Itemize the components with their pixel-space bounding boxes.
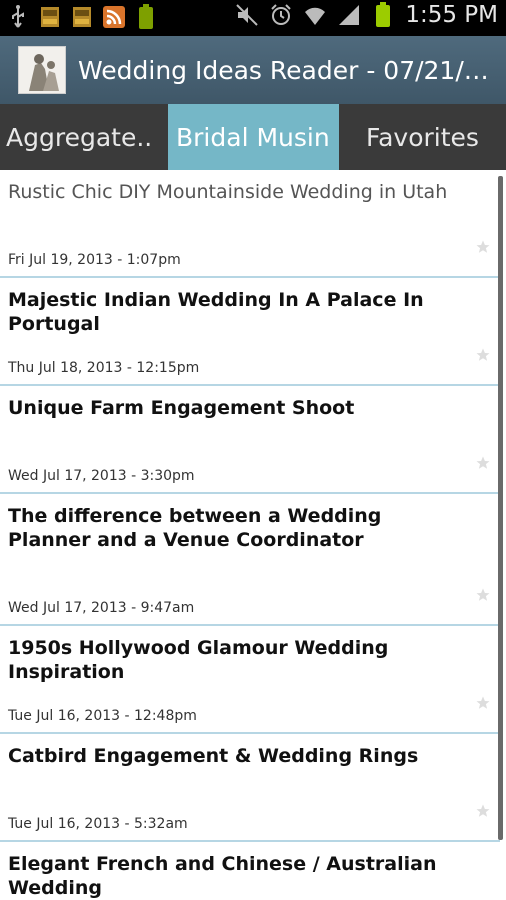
favorite-star-icon[interactable] (476, 696, 490, 710)
favorite-star-icon[interactable] (476, 804, 490, 818)
status-bar: 1:55 PM (0, 0, 506, 36)
article-date: Tue Jul 16, 2013 - 12:48pm (8, 708, 197, 724)
app-title: Wedding Ideas Reader - 07/21/20.. (78, 55, 498, 85)
system-icons: 1:55 PM (235, 2, 498, 28)
battery-icon (371, 2, 395, 28)
article-title: 1950s Hollywood Glamour Wedding Inspirat… (8, 637, 389, 683)
list-item[interactable]: Catbird Engagement & Wedding Rings Tue J… (0, 734, 500, 842)
rss-icon (102, 4, 126, 30)
list-item[interactable]: Majestic Indian Wedding In A Palace In P… (0, 278, 500, 386)
tab-aggregate[interactable]: Aggregate.. (0, 104, 168, 170)
favorite-star-icon[interactable] (476, 240, 490, 254)
list-item[interactable]: 1950s Hollywood Glamour Wedding Inspirat… (0, 626, 500, 734)
article-title: Majestic Indian Wedding In A Palace In P… (8, 289, 424, 335)
article-date: Wed Jul 17, 2013 - 3:30pm (8, 468, 195, 484)
wifi-icon (303, 2, 327, 28)
sd-card-icon (38, 4, 62, 30)
favorite-star-icon[interactable] (476, 456, 490, 470)
list-item[interactable]: Elegant French and Chinese / Australian … (0, 842, 500, 900)
article-date: Wed Jul 17, 2013 - 9:47am (8, 600, 195, 616)
list-item[interactable]: The difference between a Wedding Planner… (0, 494, 500, 626)
article-title: Rustic Chic DIY Mountainside Wedding in … (8, 181, 448, 203)
list-item[interactable]: Rustic Chic DIY Mountainside Wedding in … (0, 170, 500, 278)
article-title: Catbird Engagement & Wedding Rings (8, 745, 419, 767)
notification-icons (6, 4, 158, 30)
clock-time: 1:55 PM (405, 2, 498, 28)
battery-100-icon (134, 4, 158, 30)
tab-bridal-musings[interactable]: Bridal Musin (168, 104, 339, 170)
article-title: Elegant French and Chinese / Australian … (8, 853, 437, 899)
app-logo-icon[interactable] (18, 46, 66, 94)
usb-icon (6, 4, 30, 30)
tab-favorites[interactable]: Favorites (339, 104, 506, 170)
article-title: Unique Farm Engagement Shoot (8, 397, 355, 419)
list-item[interactable]: Unique Farm Engagement Shoot Wed Jul 17,… (0, 386, 500, 494)
action-bar: Wedding Ideas Reader - 07/21/20.. (0, 36, 506, 104)
sd-card-icon (70, 4, 94, 30)
article-title: The difference between a Wedding Planner… (8, 505, 382, 551)
article-date: Thu Jul 18, 2013 - 12:15pm (8, 360, 200, 376)
article-list[interactable]: Rustic Chic DIY Mountainside Wedding in … (0, 170, 500, 900)
article-date: Fri Jul 19, 2013 - 1:07pm (8, 252, 181, 268)
scrollbar[interactable] (498, 176, 503, 840)
favorite-star-icon[interactable] (476, 348, 490, 362)
tab-bar: Aggregate.. Bridal Musin Favorites (0, 104, 506, 170)
article-date: Tue Jul 16, 2013 - 5:32am (8, 816, 188, 832)
mute-icon (235, 2, 259, 28)
favorite-star-icon[interactable] (476, 588, 490, 602)
alarm-icon (269, 2, 293, 28)
signal-icon (337, 2, 361, 28)
